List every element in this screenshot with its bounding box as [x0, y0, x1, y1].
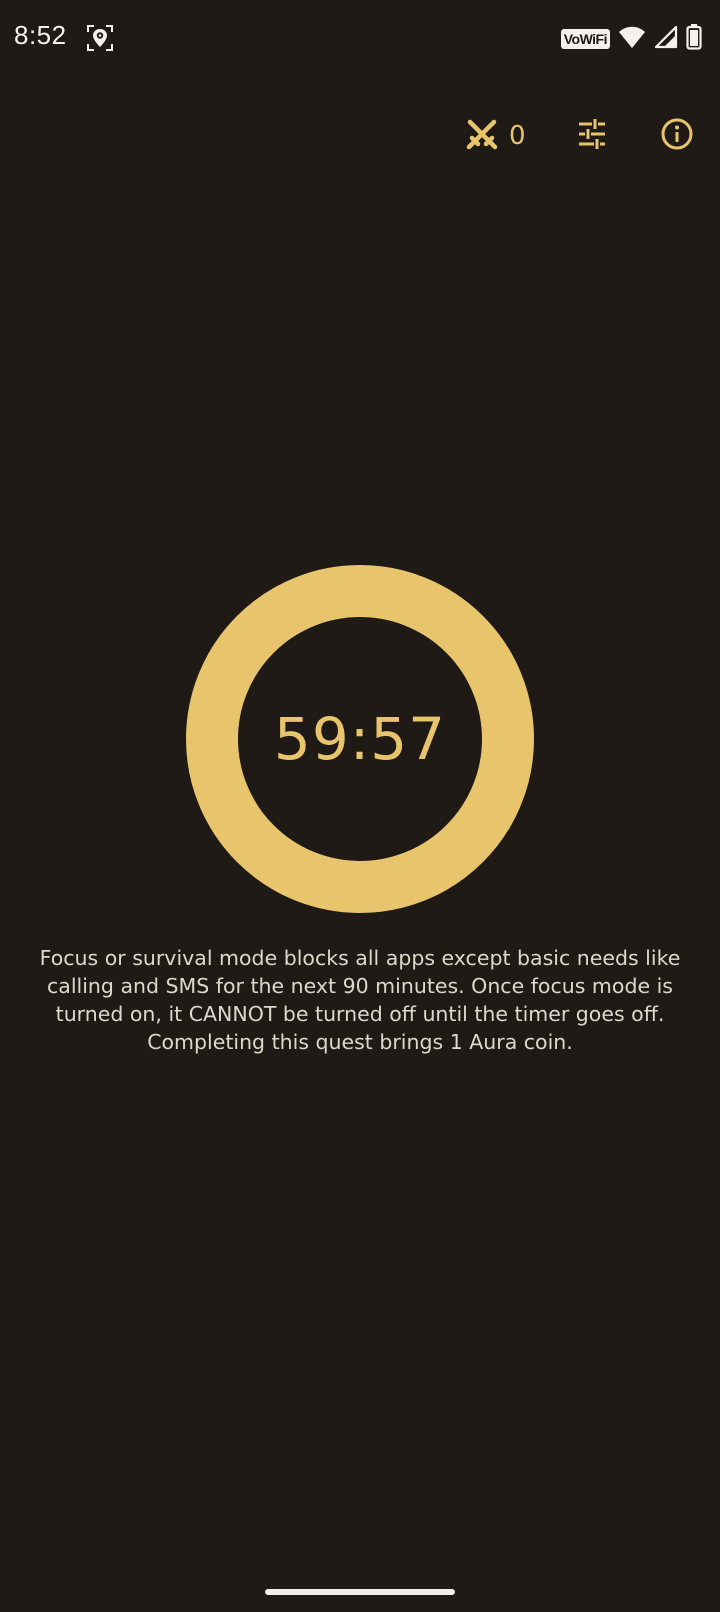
vowifi-badge: VoWiFi — [560, 29, 610, 49]
status-bar: 8:52 VoWiFi — [0, 0, 720, 78]
quest-count: 0 — [509, 121, 526, 151]
focus-mode-description: Focus or survival mode blocks all apps e… — [39, 946, 681, 1054]
top-action-bar: 0 — [0, 110, 720, 162]
info-button[interactable] — [657, 116, 697, 156]
location-tracking-icon — [86, 24, 114, 52]
focus-timer: 59:57 — [185, 564, 535, 914]
timer-remaining: 59:57 — [273, 705, 447, 773]
quest-counter-button[interactable]: 0 — [465, 110, 526, 162]
status-icons: VoWiFi — [560, 24, 702, 54]
info-icon — [660, 117, 694, 155]
status-time: 8:52 — [14, 20, 67, 50]
filter-settings-button[interactable] — [572, 116, 612, 156]
cellular-signal-icon — [654, 25, 678, 53]
gesture-navigation-handle[interactable] — [265, 1589, 455, 1595]
wifi-icon — [618, 25, 646, 53]
crossed-swords-icon — [465, 117, 499, 155]
sliders-icon — [576, 118, 608, 154]
battery-icon — [686, 24, 702, 54]
